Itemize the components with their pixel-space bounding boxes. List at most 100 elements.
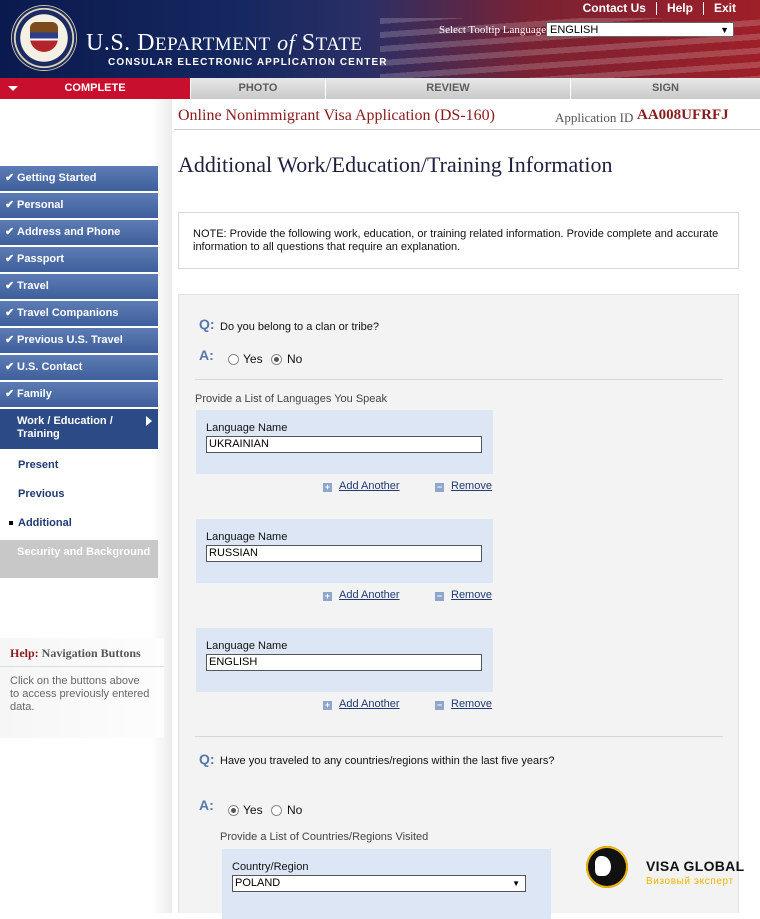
sidebar-item-getting-started[interactable]: ✔ Getting Started: [0, 166, 158, 191]
form-title: Online Nonimmigrant Visa Application (DS…: [178, 107, 495, 124]
help-divider: [0, 666, 164, 667]
sidebar-item-address-and-phone[interactable]: ✔ Address and Phone: [0, 220, 158, 245]
remove-icon: −: [435, 591, 444, 601]
language-name-label: Language Name: [206, 531, 288, 543]
remove-icon: −: [435, 482, 444, 492]
remove-language-link[interactable]: Remove: [451, 698, 492, 710]
step-tabs: COMPLETE PHOTO REVIEW SIGN: [0, 78, 760, 99]
sidebar-subitem-present[interactable]: Present: [0, 451, 158, 480]
question-marker: Q:: [199, 316, 215, 332]
remove-icon: −: [435, 700, 444, 710]
tooltip-language-select[interactable]: ENGLISH ▼: [546, 22, 734, 37]
contact-us-link[interactable]: Contact Us: [573, 2, 656, 15]
question-marker: Q:: [199, 751, 215, 767]
travel-countries-yes-radio[interactable]: [228, 805, 239, 816]
department-subtitle: CONSULAR ELECTRONIC APPLICATION CENTER: [108, 57, 388, 68]
add-icon: +: [323, 482, 332, 492]
tooltip-language-label: Select Tooltip Language: [439, 24, 547, 36]
remove-language-link[interactable]: Remove: [451, 480, 492, 492]
add-another-language-link[interactable]: Add Another: [339, 480, 400, 492]
sidebar-subitem-previous[interactable]: Previous: [0, 480, 158, 509]
checkmark-icon: ✔: [5, 199, 15, 211]
remove-language-link[interactable]: Remove: [451, 589, 492, 601]
sidebar-item-passport[interactable]: ✔ Passport: [0, 247, 158, 272]
watermark-subtitle: Визовый эксперт: [646, 876, 734, 887]
site-header: U.S. DEPARTMENT of STATE CONSULAR ELECTR…: [0, 0, 760, 78]
visa-global-watermark: VISA GLOBAL Визовый эксперт: [584, 842, 760, 894]
languages-list-label: Provide a List of Languages You Speak: [195, 393, 388, 405]
answer-marker: A:: [199, 347, 214, 363]
checkmark-icon: ✔: [5, 388, 15, 400]
exit-link[interactable]: Exit: [702, 2, 746, 15]
watermark-title: VISA GLOBAL: [646, 858, 745, 874]
globe-logo-icon: [586, 846, 628, 888]
caret-down-icon: [8, 86, 18, 91]
dropdown-arrow-icon: ▼: [720, 25, 729, 35]
eagle-icon: [30, 22, 58, 52]
language-name-input[interactable]: UKRAINIAN: [206, 436, 482, 453]
language-entry: Language Name RUSSIAN: [196, 519, 493, 583]
clan-tribe-yes-label: Yes: [243, 352, 263, 366]
language-name-label: Language Name: [206, 640, 288, 652]
section-divider: [195, 379, 723, 380]
header-divider: [174, 129, 760, 130]
clan-tribe-no-label: No: [287, 352, 303, 366]
checkmark-icon: ✔: [5, 253, 15, 265]
help-text: Click on the buttons above to access pre…: [10, 675, 150, 713]
travel-countries-question: Have you traveled to any countries/regio…: [220, 755, 555, 767]
dropdown-arrow-icon: ▼: [512, 879, 520, 888]
travel-countries-no-label: No: [287, 803, 303, 817]
checkmark-icon: ✔: [5, 226, 15, 238]
clan-tribe-question: Do you belong to a clan or tribe?: [220, 321, 379, 333]
country-region-select[interactable]: POLAND ▼: [232, 875, 526, 892]
sidebar-item-security-and-background: Security and Background: [0, 540, 158, 578]
sidebar-subitem-additional[interactable]: Additional: [0, 509, 158, 538]
add-another-language-link[interactable]: Add Another: [339, 698, 400, 710]
travel-countries-no-radio[interactable]: [271, 805, 282, 816]
sidebar-item-travel[interactable]: ✔ Travel: [0, 274, 158, 299]
tab-complete[interactable]: COMPLETE: [0, 78, 191, 99]
clan-tribe-yes-radio[interactable]: [228, 354, 239, 365]
sidebar-item-us-contact[interactable]: ✔ U.S. Contact: [0, 355, 158, 380]
checkmark-icon: ✔: [5, 307, 15, 319]
language-name-input[interactable]: RUSSIAN: [206, 545, 482, 562]
arrow-right-icon: [146, 416, 152, 426]
language-entry: Language Name UKRAINIAN: [196, 410, 493, 474]
language-entry: Language Name ENGLISH: [196, 628, 493, 692]
checkmark-icon: ✔: [5, 280, 15, 292]
top-links: Contact Us Help Exit: [573, 2, 746, 15]
sidebar-item-previous-us-travel[interactable]: ✔ Previous U.S. Travel: [0, 328, 158, 353]
page-title: Additional Work/Education/Training Infor…: [178, 152, 613, 177]
country-entry: Country/Region POLAND ▼: [222, 849, 551, 919]
clan-tribe-no-radio[interactable]: [271, 354, 282, 365]
countries-list-label: Provide a List of Countries/Regions Visi…: [220, 831, 429, 843]
sidebar-item-travel-companions[interactable]: ✔ Travel Companions: [0, 301, 158, 326]
add-another-language-link[interactable]: Add Another: [339, 589, 400, 601]
add-icon: +: [323, 591, 332, 601]
travel-countries-yes-label: Yes: [243, 803, 263, 817]
application-id-label: Application ID: [555, 110, 634, 125]
country-region-label: Country/Region: [232, 861, 309, 873]
country-region-value: POLAND: [235, 877, 281, 889]
help-title: Help: Navigation Buttons: [10, 646, 141, 660]
note-box: NOTE: Provide the following work, educat…: [178, 212, 739, 269]
help-link[interactable]: Help: [655, 2, 703, 15]
sidebar-item-family[interactable]: ✔ Family: [0, 382, 158, 407]
sidebar-item-personal[interactable]: ✔ Personal: [0, 193, 158, 218]
tab-photo[interactable]: PHOTO: [191, 78, 326, 99]
current-bullet-icon: [9, 521, 13, 525]
language-name-input[interactable]: ENGLISH: [206, 654, 482, 671]
add-icon: +: [323, 700, 332, 710]
sidebar-item-work-education-training[interactable]: Work / Education / Training: [0, 409, 158, 449]
help-box: Help: Navigation Buttons Click on the bu…: [0, 638, 164, 738]
tab-review[interactable]: REVIEW: [326, 78, 571, 99]
answer-marker: A:: [199, 797, 214, 813]
section-divider: [195, 736, 723, 737]
application-id-value: AA008UFRFJ: [637, 107, 729, 123]
sidebar-nav: ✔ Getting Started ✔ Personal ✔ Address and …: [0, 166, 158, 580]
language-name-label: Language Name: [206, 422, 288, 434]
question-panel: Q: Do you belong to a clan or tribe? A: …: [178, 294, 739, 919]
tab-sign[interactable]: SIGN: [571, 78, 760, 99]
department-title: U.S. DEPARTMENT of STATE: [86, 30, 363, 56]
checkmark-icon: ✔: [5, 361, 15, 373]
